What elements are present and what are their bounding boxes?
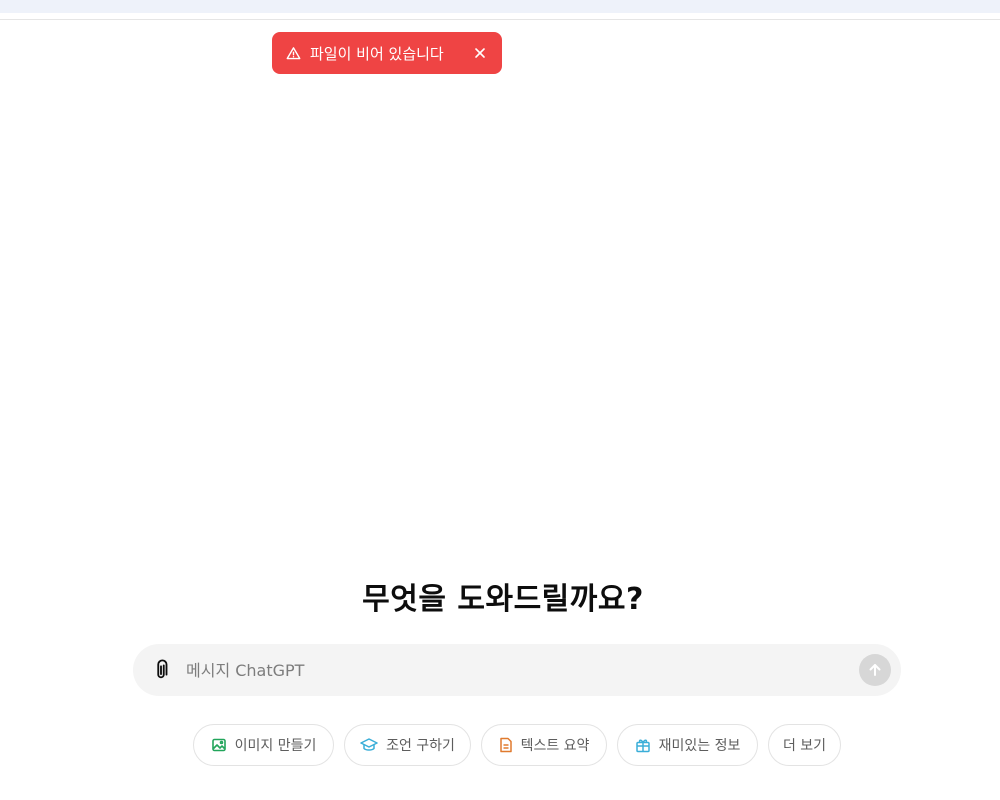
suggestion-chips: 이미지 만들기 조언 구하기 텍스트 요약 재미있는 정보 더 보기: [0, 724, 1000, 766]
top-bar: [0, 0, 1000, 13]
suggestion-fun-facts-button[interactable]: 재미있는 정보: [617, 724, 758, 766]
suggestion-label: 텍스트 요약: [520, 738, 590, 754]
document-icon: [499, 737, 512, 753]
message-input[interactable]: [186, 660, 859, 680]
suggestion-label: 이미지 만들기: [234, 738, 317, 754]
arrow-up-icon: [869, 664, 881, 676]
message-composer: [133, 644, 901, 696]
suggestion-label: 재미있는 정보: [658, 738, 741, 754]
more-suggestions-button[interactable]: 더 보기: [768, 724, 841, 766]
suggestion-advice-button[interactable]: 조언 구하기: [344, 724, 471, 766]
gift-icon: [635, 739, 650, 753]
close-icon[interactable]: [470, 43, 490, 63]
error-toast: 파일이 비어 있습니다: [272, 32, 502, 74]
suggestion-label: 조언 구하기: [386, 738, 455, 754]
warning-icon: [284, 44, 302, 62]
graduation-cap-icon: [360, 738, 378, 751]
suggestion-summarize-button[interactable]: 텍스트 요약: [481, 724, 607, 766]
image-icon: [211, 738, 226, 752]
suggestion-label: 더 보기: [782, 738, 827, 754]
paperclip-icon[interactable]: [149, 658, 173, 682]
top-divider: [0, 19, 1000, 20]
page-headline: 무엇을 도와드릴까요?: [362, 582, 644, 617]
suggestion-image-button[interactable]: 이미지 만들기: [193, 724, 334, 766]
send-button[interactable]: [859, 654, 891, 686]
toast-message: 파일이 비어 있습니다: [310, 44, 444, 63]
